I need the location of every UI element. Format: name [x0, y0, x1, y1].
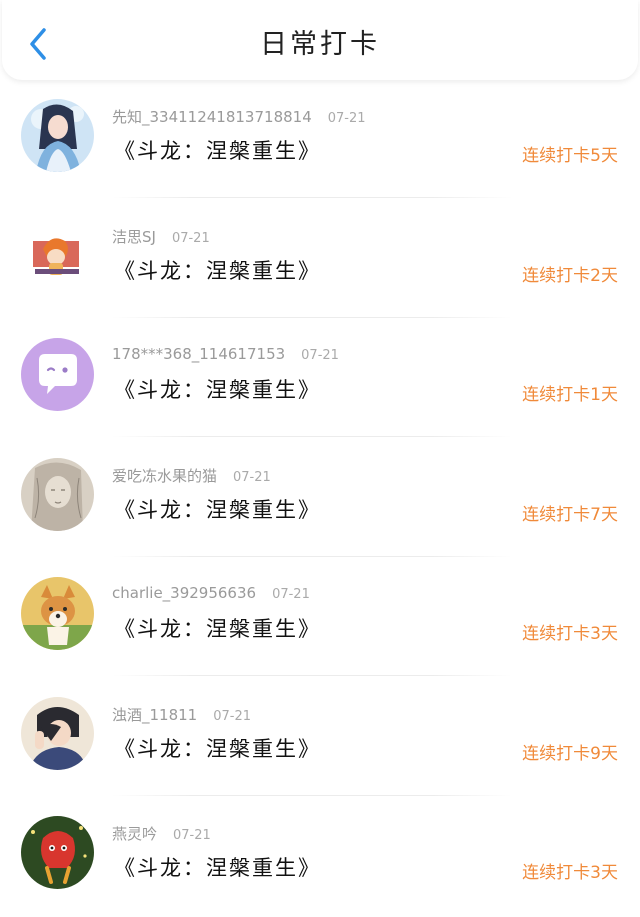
chat-bubble-avatar-icon [21, 338, 94, 411]
divider [112, 316, 512, 318]
book-title[interactable]: 《斗龙：涅槃重生》 [114, 852, 321, 882]
username[interactable]: 燕灵吟 [112, 825, 157, 843]
entry-meta: charlie_392956636 07-21 [112, 584, 310, 602]
entry-meta: 178***368_114617153 07-21 [112, 345, 339, 363]
entry-meta: 浊酒_11811 07-21 [112, 704, 251, 725]
book-title[interactable]: 《斗龙：涅槃重生》 [114, 135, 321, 165]
streak-label: 连续打卡2天 [522, 265, 618, 286]
list-item[interactable]: 先知_3341124181371881​4 07-21 《斗龙：涅槃重生》 连续打… [0, 80, 640, 200]
username[interactable]: 爱吃冻水果的猫 [112, 467, 217, 485]
list-item[interactable]: 燕灵吟 07-21 《斗龙：涅槃重生》 连续打卡3天 [0, 797, 640, 917]
streak-label: 连续打卡1天 [522, 385, 618, 405]
anime-boy-avatar-icon [21, 696, 94, 770]
page-title: 日常打卡 [260, 29, 380, 60]
checkin-date: 07-21 [233, 469, 271, 485]
avatar[interactable] [21, 816, 94, 889]
red-creature-avatar-icon [21, 816, 94, 889]
book-title[interactable]: 《斗龙：涅槃重生》 [114, 613, 321, 643]
divider [112, 197, 512, 198]
checkin-date: 07-21 [327, 111, 366, 126]
anime-girl-avatar-icon [21, 99, 94, 172]
avatar[interactable] [21, 338, 94, 411]
username[interactable]: 先知_3341124181371881​4 [112, 108, 312, 126]
list-item[interactable]: 洁思SJ 07-21 《斗龙：涅槃重生》 连续打卡2天 [0, 200, 640, 320]
divider [112, 675, 512, 676]
username[interactable]: 洁思SJ [112, 228, 156, 246]
book-title[interactable]: 《斗龙：涅槃重生》 [114, 374, 321, 404]
streak-label: 连续打卡3天 [522, 863, 618, 883]
avatar[interactable] [21, 696, 94, 770]
divider [112, 555, 512, 557]
entry-meta: 爱吃冻水果的猫 07-21 [112, 465, 271, 486]
entry-meta: 洁思SJ 07-21 [112, 226, 210, 247]
corgi-dog-avatar-icon [21, 577, 94, 650]
list-item[interactable]: 178***368_114617153 07-21 《斗龙：涅槃重生》 连续打卡1… [0, 319, 640, 439]
divider [112, 794, 512, 796]
header-bar: 日常打卡 [2, 0, 638, 80]
username[interactable]: charlie_392956636 [112, 584, 256, 602]
list-item[interactable]: 浊酒_11811 07-21 《斗龙：涅槃重生》 连续打卡9天 [0, 678, 640, 798]
username[interactable]: 178***368_114617153 [112, 345, 285, 363]
sketch-portrait-avatar-icon [21, 457, 94, 531]
divider [112, 436, 512, 437]
checkin-date: 07-21 [173, 828, 211, 843]
checkin-date: 07-21 [272, 587, 310, 602]
entry-meta: 先知_3341124181371881​4 07-21 [112, 106, 366, 127]
checkin-list: 先知_3341124181371881​4 07-21 《斗龙：涅槃重生》 连续打… [0, 80, 640, 917]
book-title[interactable]: 《斗龙：涅槃重生》 [114, 733, 321, 763]
checkin-date: 07-21 [171, 230, 210, 246]
username[interactable]: 浊酒_11811 [112, 706, 197, 724]
avatar[interactable] [21, 99, 94, 172]
streak-label: 连续打卡3天 [522, 624, 618, 644]
streak-label: 连续打卡5天 [522, 146, 618, 166]
list-item[interactable]: 爱吃冻水果的猫 07-21 《斗龙：涅槃重生》 连续打卡7天 [0, 439, 640, 559]
list-item[interactable]: charlie_392956636 07-21 《斗龙：涅槃重生》 连续打卡3天 [0, 558, 640, 678]
avatar[interactable] [21, 577, 94, 650]
streak-label: 连续打卡9天 [522, 743, 618, 764]
avatar[interactable] [21, 457, 94, 531]
entry-meta: 燕灵吟 07-21 [112, 823, 211, 844]
book-title[interactable]: 《斗龙：涅槃重生》 [114, 255, 321, 285]
checkin-date: 07-21 [213, 708, 251, 724]
streak-label: 连续打卡7天 [522, 504, 618, 525]
checkin-date: 07-21 [301, 348, 339, 363]
cartoon-boy-avatar-icon [21, 218, 94, 292]
avatar[interactable] [21, 218, 94, 292]
book-title[interactable]: 《斗龙：涅槃重生》 [114, 494, 321, 524]
